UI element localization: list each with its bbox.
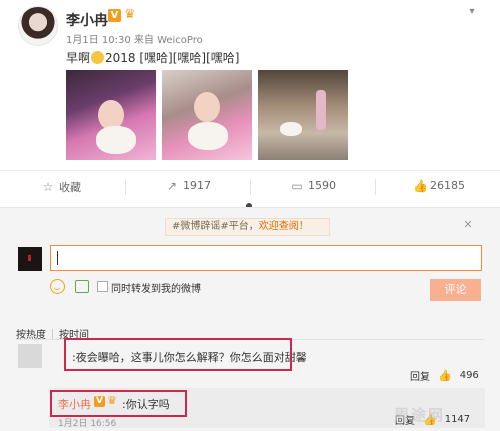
photo-person	[316, 90, 326, 130]
comment-submit-button[interactable]: 评论	[430, 279, 481, 301]
weibo-post: 李小冉 V ♛ ▾ 1月1日 10:30 来自 WeicoPro 早啊 2018 …	[0, 0, 500, 170]
photo-dog	[188, 122, 228, 150]
text-cursor	[57, 251, 58, 265]
post-text-prefix: 早啊	[66, 51, 91, 65]
comment-like-count: 496	[459, 370, 479, 381]
comment-actions: 回复 👍 496	[410, 368, 479, 383]
verified-badge-icon: V	[108, 9, 121, 22]
reply-text: :你认字吗	[122, 398, 170, 411]
divider	[250, 179, 251, 195]
post-text: 早啊 2018 [嘿哈][嘿哈][嘿哈]	[66, 49, 239, 66]
crown-icon: ♛	[124, 7, 136, 22]
thumbs-up-icon: 👍	[413, 178, 428, 193]
close-icon[interactable]: ✕	[462, 219, 474, 231]
post-action-bar: ☆ 收藏 ↗ 1917 ▭ 1590 👍 26185	[0, 170, 500, 200]
post-photo-3[interactable]	[258, 70, 348, 160]
post-photo-1[interactable]	[66, 70, 156, 160]
notice-link[interactable]: 欢迎查阅！	[259, 221, 309, 232]
divider	[125, 179, 126, 195]
commenter-avatar[interactable]	[18, 344, 42, 368]
reply-button[interactable]: 回复	[410, 368, 430, 383]
reply-time: 1月2日 16:56	[58, 419, 117, 429]
rumor-notice[interactable]: #微博辟谣#平台，欢迎查阅！	[165, 218, 330, 236]
my-avatar	[18, 247, 42, 271]
verified-badge-icon: V	[94, 396, 105, 407]
crown-icon: ♛	[107, 394, 117, 407]
emoji-picker-icon[interactable]	[50, 279, 65, 294]
repost-button[interactable]: ↗ 1917	[166, 179, 211, 192]
repost-icon: ↗	[166, 178, 178, 193]
comment-input[interactable]	[50, 245, 482, 271]
reply-like-count: 1147	[444, 414, 471, 425]
post-meta: 1月1日 10:30 来自 WeicoPro	[66, 35, 203, 46]
repost-checkbox[interactable]	[97, 281, 108, 292]
photo-dog	[280, 122, 302, 136]
chevron-down-icon[interactable]: ▾	[466, 6, 478, 17]
repost-count: 1917	[183, 179, 211, 192]
favorite-button[interactable]: ☆ 收藏	[42, 179, 81, 195]
watermark: 周途网	[394, 406, 446, 424]
comment-icon: ▭	[291, 178, 303, 193]
post-username[interactable]: 李小冉	[66, 10, 108, 30]
favorite-label: 收藏	[59, 181, 81, 194]
comment-count: 1590	[308, 179, 336, 192]
notice-text: #微博辟谣#平台，	[172, 221, 259, 232]
repost-checkbox-label: 同时转发到我的微博	[111, 284, 201, 295]
comment-button[interactable]: ▭ 1590	[291, 179, 336, 192]
reply-username[interactable]: 李小冉	[58, 396, 91, 412]
divider	[52, 328, 53, 339]
emoji-icon	[91, 51, 105, 64]
star-icon: ☆	[42, 180, 54, 194]
highlight-box	[64, 338, 292, 371]
avatar[interactable]	[18, 6, 58, 46]
post-text-suffix: 2018 [嘿哈][嘿哈][嘿哈]	[105, 51, 240, 65]
thumbs-up-icon[interactable]: 👍	[438, 369, 452, 382]
post-photo-2[interactable]	[162, 70, 252, 160]
image-icon[interactable]	[75, 280, 89, 293]
photo-face	[194, 92, 220, 122]
like-button[interactable]: 👍 26185	[413, 179, 465, 192]
divider	[375, 179, 376, 195]
like-count: 26185	[430, 179, 465, 192]
photo-dog	[96, 126, 136, 154]
